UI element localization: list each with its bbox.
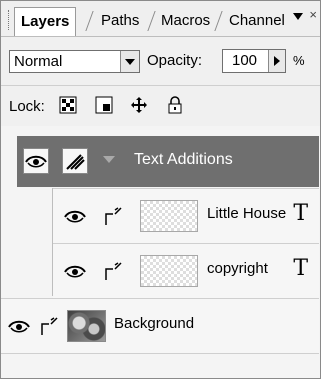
tab-paths[interactable]: Paths xyxy=(95,7,145,35)
tab-macros[interactable]: Macros xyxy=(155,7,216,35)
layer-thumbnail xyxy=(140,200,198,232)
tab-bar: Layers Paths Macros Channel × xyxy=(1,1,320,37)
checker-lock-icon[interactable] xyxy=(59,96,77,114)
brush-icon[interactable] xyxy=(62,148,88,174)
text-layer-icon: T xyxy=(293,256,308,281)
blend-opacity-row: Normal Opacity: 100 % xyxy=(1,37,320,82)
percent-unit: % xyxy=(293,53,305,68)
layer-row-little-house[interactable]: Little House T xyxy=(53,188,319,243)
blend-mode-select[interactable]: Normal xyxy=(9,50,140,73)
brush-icon[interactable] xyxy=(37,314,61,338)
close-icon[interactable]: × xyxy=(309,7,317,22)
panel-menu-arrow-icon[interactable] xyxy=(293,13,303,20)
pixel-lock-icon[interactable] xyxy=(95,96,113,114)
eye-icon[interactable] xyxy=(23,148,49,174)
eye-icon[interactable] xyxy=(63,204,87,228)
blend-mode-value: Normal xyxy=(14,53,63,70)
layer-group-text-additions[interactable]: Text Additions xyxy=(17,136,319,187)
lock-row: Lock: xyxy=(1,85,320,126)
tab-layers[interactable]: Layers xyxy=(14,7,77,36)
brush-icon[interactable] xyxy=(101,259,125,283)
layer-name: Background xyxy=(114,315,195,332)
layer-row-background[interactable]: Background xyxy=(1,298,319,354)
opacity-input[interactable]: 100 xyxy=(222,49,286,73)
panel-grip[interactable] xyxy=(8,10,12,30)
brush-icon[interactable] xyxy=(101,204,125,228)
layer-thumbnail xyxy=(140,255,198,287)
layer-name: Little House xyxy=(207,205,287,222)
chevron-down-icon[interactable] xyxy=(103,156,115,163)
layer-name: copyright xyxy=(207,260,268,277)
layer-group-name: Text Additions xyxy=(134,151,233,168)
chevron-down-icon[interactable] xyxy=(120,51,139,72)
layer-thumbnail xyxy=(67,310,106,342)
padlock-icon[interactable] xyxy=(166,96,184,114)
layers-list: Text Additions Little House T copyright … xyxy=(1,126,320,378)
move-lock-icon[interactable] xyxy=(130,96,148,114)
eye-icon[interactable] xyxy=(7,314,31,338)
layers-panel: Layers Paths Macros Channel × Normal Opa… xyxy=(0,0,321,379)
lock-label: Lock: xyxy=(9,98,45,115)
tab-channel[interactable]: Channel xyxy=(223,7,291,35)
opacity-label: Opacity: xyxy=(147,52,203,69)
text-layer-icon: T xyxy=(293,201,308,226)
layer-row-copyright[interactable]: copyright T xyxy=(53,243,319,298)
opacity-value: 100 xyxy=(232,52,258,69)
eye-icon[interactable] xyxy=(63,259,87,283)
chevron-right-icon[interactable] xyxy=(268,50,285,72)
tab-separator xyxy=(85,11,94,31)
